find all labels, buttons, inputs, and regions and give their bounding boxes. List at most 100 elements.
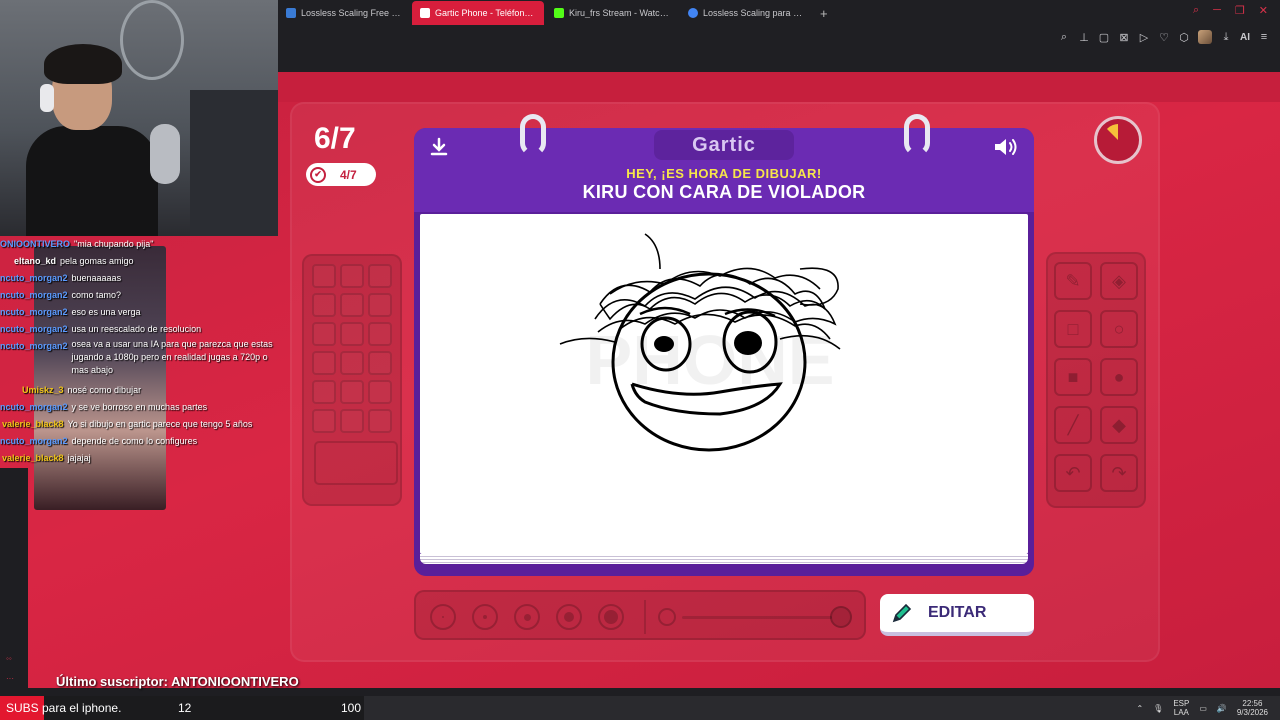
brush-controls xyxy=(414,590,866,640)
gartic-logo: Gartic xyxy=(654,130,794,160)
brush-size-3[interactable] xyxy=(514,604,540,630)
chat-message: valerie_black8 jajajaj xyxy=(2,453,91,463)
close-icon[interactable]: ✕ xyxy=(1259,4,1268,17)
color-swatch[interactable] xyxy=(312,351,336,375)
chat-message: eltano_kd pela gomas amigo xyxy=(14,256,134,266)
pencil-tool-icon[interactable]: ✎ xyxy=(1054,262,1092,300)
subs-goal-count: 12 xyxy=(178,701,192,715)
search-tabs-icon[interactable]: ⌕ xyxy=(1193,4,1199,17)
pin-icon[interactable]: ⊥ xyxy=(1078,31,1090,44)
google-icon xyxy=(688,8,698,18)
microphone-icon[interactable]: 🎙 xyxy=(1153,704,1163,713)
check-icon: ✔ xyxy=(310,166,326,183)
adblock-icon[interactable]: ⊠ xyxy=(1118,31,1130,44)
zoom-icon[interactable]: ⌕ xyxy=(1058,31,1070,44)
last-subscriber: Último suscriptor: ANTONIOONTIVERO xyxy=(56,674,299,689)
color-swatch[interactable] xyxy=(312,264,336,288)
color-swatch[interactable] xyxy=(368,351,392,375)
brush-size-1[interactable] xyxy=(430,604,456,630)
opacity-slider-handle[interactable] xyxy=(830,606,852,628)
heart-icon[interactable]: ♡ xyxy=(1158,31,1170,44)
chat-message: ncuto_morgan2 osea va a usar una IA para … xyxy=(0,339,273,375)
filled-ellipse-tool-icon[interactable]: ● xyxy=(1100,358,1138,396)
game-top-strip xyxy=(278,72,1280,102)
edit-button-label: EDITAR xyxy=(928,604,987,621)
fill-bucket-tool-icon[interactable]: ◆ xyxy=(1100,406,1138,444)
minimize-icon[interactable]: ─ xyxy=(1213,4,1221,17)
screenshot-icon[interactable]: ▢ xyxy=(1098,31,1110,44)
players-done-count: 4/7 xyxy=(340,167,357,182)
tab-gartic-phone[interactable]: Gartic Phone - Teléfono De xyxy=(412,1,544,25)
new-tab-button[interactable]: + xyxy=(814,6,834,21)
maximize-icon[interactable]: ❐ xyxy=(1235,4,1245,17)
volume-icon[interactable]: 🔊 xyxy=(1217,704,1227,713)
color-swatch[interactable] xyxy=(340,322,364,346)
system-tray: ⌃ 🎙 ESP LAA ▭ 🔊 22:56 9/3/2026 xyxy=(1136,696,1268,720)
chat-message: ONIOONTIVERO "mia chupando pija" xyxy=(0,239,154,249)
left-sidebar-strip: ◦◦ ··· xyxy=(0,468,28,688)
eraser-tool-icon[interactable]: ◈ xyxy=(1100,262,1138,300)
color-swatch[interactable] xyxy=(312,409,336,433)
ai-button[interactable]: AI xyxy=(1240,32,1250,43)
color-swatch[interactable] xyxy=(368,409,392,433)
timer-wedge xyxy=(1107,124,1118,140)
line-tool-icon[interactable]: ╱ xyxy=(1054,406,1092,444)
network-icon[interactable]: ▭ xyxy=(1199,704,1207,713)
color-swatch[interactable] xyxy=(368,293,392,317)
webcam-person xyxy=(26,126,158,236)
undo-icon[interactable]: ↶ xyxy=(1054,454,1092,492)
color-swatch[interactable] xyxy=(368,264,392,288)
notebook-page-edges xyxy=(420,554,1028,564)
redo-icon[interactable]: ↷ xyxy=(1100,454,1138,492)
drawing-notebook: Gartic HEY, ¡ES HORA DE DIBUJAR! KIRU CO… xyxy=(414,114,1034,576)
tab-google-search[interactable]: Lossless Scaling para q sirv xyxy=(680,1,812,25)
drawing-canvas[interactable]: PHONE xyxy=(420,214,1028,554)
brush-size-2[interactable] xyxy=(472,604,498,630)
webcam-shelf xyxy=(190,90,278,236)
tab-kick-stream[interactable]: Kiru_frs Stream - Watch L xyxy=(546,1,678,25)
timer-icon xyxy=(1094,116,1142,164)
notebook-ring xyxy=(904,114,930,156)
controls-divider xyxy=(644,600,646,634)
tab-lossless-download[interactable]: Lossless Scaling Free Dow xyxy=(278,1,410,25)
color-swatch[interactable] xyxy=(340,293,364,317)
menu-icon[interactable]: ≡ xyxy=(1258,31,1270,43)
color-swatch[interactable] xyxy=(312,322,336,346)
color-palette-panel xyxy=(302,254,402,506)
play-icon[interactable]: ▷ xyxy=(1138,31,1150,44)
download-icon[interactable] xyxy=(428,136,450,160)
color-swatch[interactable] xyxy=(368,322,392,346)
chat-message: ncuto_morgan2 como tamo? xyxy=(0,290,122,300)
color-swatch[interactable] xyxy=(312,293,336,317)
opacity-slider[interactable] xyxy=(682,616,832,619)
drawing-prompt: KIRU CON CARA DE VIOLADOR xyxy=(582,182,866,202)
webcam-feed xyxy=(0,0,278,236)
window-controls: ⌕ ─ ❐ ✕ xyxy=(1193,4,1268,17)
color-swatch[interactable] xyxy=(340,409,364,433)
gartic-phone-icon xyxy=(420,8,430,18)
edit-button[interactable]: EDITAR xyxy=(880,594,1034,636)
color-swatch[interactable] xyxy=(340,351,364,375)
speaker-icon[interactable] xyxy=(992,136,1020,160)
brush-size-4[interactable] xyxy=(556,604,582,630)
download-tray-icon[interactable]: ⤓ xyxy=(1220,31,1232,44)
tab-strip: Lossless Scaling Free Dow Gartic Phone -… xyxy=(278,0,834,26)
chat-message: Umiskz_3 nosé como dibujar xyxy=(22,385,142,395)
rectangle-tool-icon[interactable]: □ xyxy=(1054,310,1092,348)
extensions-icon[interactable]: ⬡ xyxy=(1178,31,1190,44)
tray-expand-icon[interactable]: ⌃ xyxy=(1136,704,1143,713)
webcam-fan xyxy=(120,0,184,80)
clock[interactable]: 22:56 9/3/2026 xyxy=(1237,699,1268,717)
browser-toolbar-icons: ⌕ ⊥ ▢ ⊠ ▷ ♡ ⬡ ⤓ AI ≡ xyxy=(1058,30,1270,44)
brush-size-5[interactable] xyxy=(598,604,624,630)
ellipse-tool-icon[interactable]: ○ xyxy=(1100,310,1138,348)
color-swatch[interactable] xyxy=(340,264,364,288)
color-swatch[interactable] xyxy=(368,380,392,404)
language-indicator[interactable]: ESP LAA xyxy=(1173,699,1189,717)
kick-icon xyxy=(554,8,564,18)
filled-rectangle-tool-icon[interactable]: ■ xyxy=(1054,358,1092,396)
color-swatch[interactable] xyxy=(312,380,336,404)
color-swatch[interactable] xyxy=(340,380,364,404)
drawing-strokes: PHONE xyxy=(559,233,841,452)
profile-avatar[interactable] xyxy=(1198,30,1212,44)
